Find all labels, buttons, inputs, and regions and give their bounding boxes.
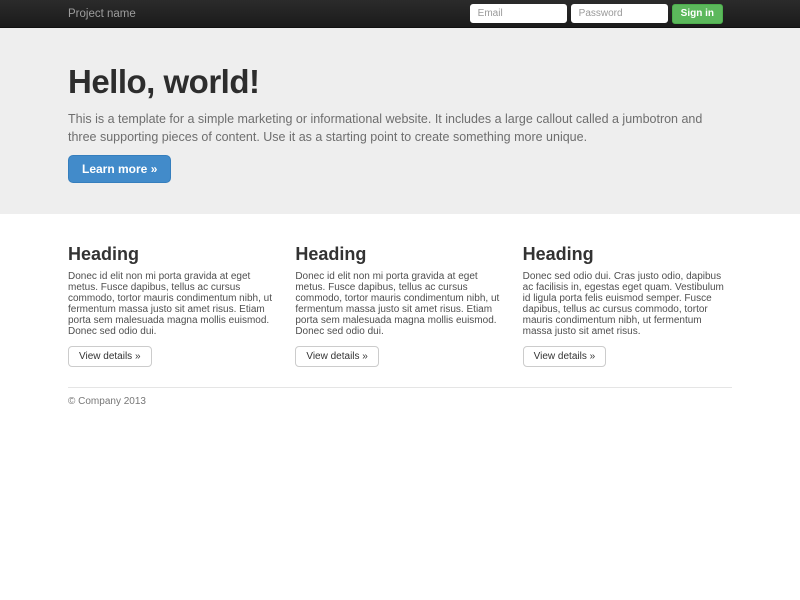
column-2-heading: Heading — [295, 244, 367, 264]
learn-more-button[interactable]: Learn more » — [68, 155, 172, 183]
content-column-2: Heading Donec id elit non mi porta gravi… — [295, 244, 504, 367]
column-1-heading: Heading — [68, 244, 140, 264]
jumbotron-title: Hello, world! — [68, 63, 260, 100]
footer-divider — [68, 387, 732, 388]
content-column-3: Heading Donec sed odio dui. Cras justo o… — [522, 244, 732, 367]
main-content: Heading Donec id elit non mi porta gravi… — [68, 244, 732, 407]
column-3-view-details-button[interactable]: View details » — [522, 346, 607, 367]
column-2-body: Donec id elit non mi porta gravida at eg… — [295, 271, 500, 337]
navbar-signin-form: Sign in — [469, 3, 723, 24]
column-3-heading: Heading — [522, 244, 594, 264]
column-1-body: Donec id elit non mi porta gravida at eg… — [68, 271, 272, 337]
jumbotron-description: This is a template for a simple marketin… — [68, 112, 703, 144]
copyright-text: © Company 2013 — [68, 396, 146, 407]
navbar-inner: Project name Sign in — [68, 0, 732, 27]
jumbotron-container: Hello, world! This is a template for a s… — [68, 63, 732, 183]
column-2-view-details-button[interactable]: View details » — [295, 346, 379, 367]
sign-in-button[interactable]: Sign in — [671, 3, 723, 24]
column-1-view-details-button[interactable]: View details » — [68, 346, 152, 367]
navbar-brand[interactable]: Project name — [68, 8, 136, 20]
password-input[interactable] — [570, 4, 668, 23]
content-row: Heading Donec id elit non mi porta gravi… — [68, 244, 732, 367]
email-input[interactable] — [469, 4, 567, 23]
footer: © Company 2013 — [68, 396, 732, 407]
content-column-1: Heading Donec id elit non mi porta gravi… — [68, 244, 277, 367]
navbar: Project name Sign in — [0, 0, 800, 28]
column-3-body: Donec sed odio dui. Cras justo odio, dap… — [522, 271, 724, 337]
jumbotron: Hello, world! This is a template for a s… — [0, 28, 800, 214]
